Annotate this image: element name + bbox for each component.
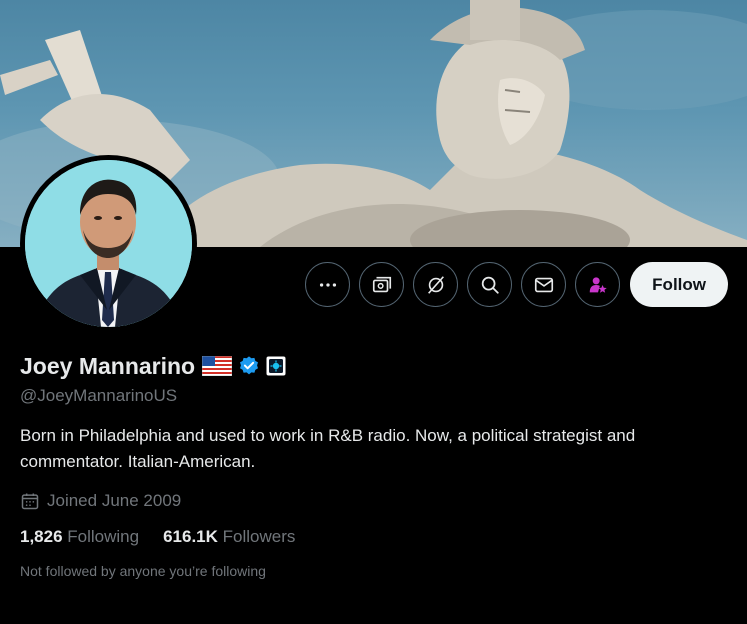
follow-stats: 1,826 Following 616.1K Followers xyxy=(20,527,730,547)
subscribe-icon xyxy=(372,276,391,292)
following-label: Following xyxy=(67,527,140,546)
organization-badge-icon[interactable] xyxy=(266,356,286,376)
grok-button[interactable] xyxy=(413,262,459,307)
mutual-followers-text: Not followed by anyone you’re following xyxy=(20,563,266,579)
search-icon xyxy=(481,276,499,294)
profile-actions: Follow xyxy=(305,262,728,307)
more-icon xyxy=(319,282,336,287)
user-handle: @JoeyMannarinoUS xyxy=(20,386,178,405)
affiliate-icon xyxy=(589,276,607,293)
message-icon xyxy=(534,277,553,292)
avatar-frame[interactable] xyxy=(20,155,197,332)
followers-count: 616.1K xyxy=(163,527,218,546)
following-count: 1,826 xyxy=(20,527,63,546)
more-button[interactable] xyxy=(305,262,351,307)
followers-label: Followers xyxy=(222,527,296,546)
us-flag-icon xyxy=(202,356,233,376)
subscribe-button[interactable] xyxy=(359,262,405,307)
joined-date: Joined June 2009 xyxy=(20,491,730,511)
name-row: Joey Mannarino xyxy=(20,350,730,382)
calendar-icon xyxy=(21,493,39,510)
affiliate-button[interactable] xyxy=(575,262,621,307)
verified-icon[interactable] xyxy=(238,355,260,377)
grok-icon xyxy=(427,275,444,294)
following-link[interactable]: 1,826 Following xyxy=(20,527,139,547)
followers-link[interactable]: 616.1K Followers xyxy=(163,527,295,547)
avatar[interactable] xyxy=(25,160,192,327)
search-button[interactable] xyxy=(467,262,513,307)
profile-info: Joey Mannarino @JoeyMannarinoUS Born in … xyxy=(20,350,730,580)
follow-button[interactable]: Follow xyxy=(630,262,728,307)
joined-text: Joined June 2009 xyxy=(47,491,182,510)
message-button[interactable] xyxy=(521,262,567,307)
bio: Born in Philadelphia and used to work in… xyxy=(20,426,636,471)
display-name: Joey Mannarino xyxy=(20,352,196,379)
